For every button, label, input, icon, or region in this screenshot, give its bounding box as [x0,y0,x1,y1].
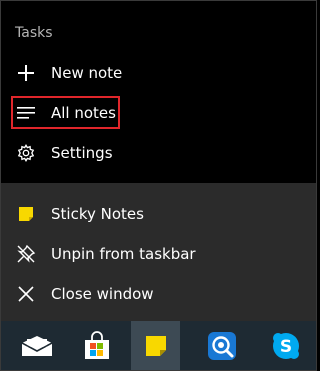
new-note-item[interactable]: New note [1,54,316,92]
sticky-notes-item[interactable]: Sticky Notes [1,195,316,233]
close-window-item[interactable]: Close window [1,275,316,313]
mail-icon[interactable] [12,321,61,370]
skype-icon[interactable]: S [261,321,310,370]
settings-label: Settings [51,144,113,162]
all-notes-label: All notes [51,104,116,122]
magnifier-icon[interactable] [197,321,246,370]
unpin-icon [15,243,37,265]
store-icon[interactable] [72,321,121,370]
taskbar-sticky-notes-button[interactable] [131,321,180,370]
svg-text:S: S [279,337,291,357]
unpin-taskbar-label: Unpin from taskbar [51,245,196,263]
sticky-notes-icon [15,203,37,225]
gear-icon [15,142,37,164]
all-notes-item[interactable]: All notes [1,94,316,132]
unpin-taskbar-item[interactable]: Unpin from taskbar [1,235,316,273]
close-icon [15,283,37,305]
sticky-notes-label: Sticky Notes [51,205,144,223]
new-note-label: New note [51,64,123,82]
jump-list-menu: Tasks New note All notes Settings Sticky… [0,0,317,371]
settings-item[interactable]: Settings [1,134,316,172]
sticky-notes-icon [144,334,168,358]
close-window-label: Close window [51,285,154,303]
plus-icon [15,62,37,84]
tasks-heading: Tasks [15,25,53,41]
list-icon [15,102,37,124]
